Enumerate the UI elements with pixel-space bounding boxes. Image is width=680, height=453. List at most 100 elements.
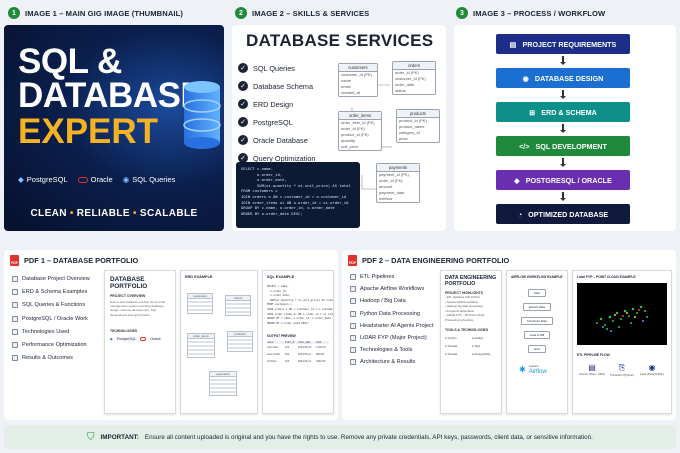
output-table: name order_id order_date total John Doe 101 2… (267, 341, 329, 365)
skill-item: ✓ SQL Queries (238, 63, 315, 73)
check-icon: ✓ (238, 81, 248, 91)
thumbnail-line-3: EXPERT (18, 112, 159, 151)
postgresql-badge: ◆ PostgreSQL (18, 175, 68, 184)
thumbnail-heading: SQL & DATABASE (18, 42, 204, 115)
list-item: Hadoop / Big Data (350, 298, 433, 305)
list-item: Headstarter AI Agents Project (350, 322, 433, 329)
oracle-icon (77, 176, 88, 183)
elephant-icon: ◆ (514, 175, 520, 185)
pdf2-page-airflow: AIRFLOW WORKFLOW EXAMPLE Start Extract D… (506, 270, 568, 414)
mini-table: orders (225, 295, 251, 316)
sql-queries-badge: ◉ SQL Queries (122, 175, 176, 184)
main-gig-thumbnail[interactable]: SQL & DATABASE EXPERT ◆ PostgreSQL Oracle… (4, 25, 224, 231)
doc-icon (12, 276, 18, 282)
erd-table-products: products product_id (PK) product_name cate… (396, 109, 440, 143)
skills-list: ✓ SQL Queries ✓ Database Schema ✓ ERD Desig… (238, 63, 315, 163)
list-item: LiDAR FYP (Major Project) (350, 334, 433, 341)
point-cloud-image (577, 283, 667, 345)
pdf-icon: PDF (348, 255, 357, 266)
arrow-icon (560, 56, 566, 65)
doc-icon (12, 315, 18, 322)
file-icon: ▤ (588, 363, 596, 372)
database-icon: ◉ (122, 175, 130, 184)
elephant-icon: ◆ (110, 336, 113, 341)
doc-icon (350, 298, 356, 305)
schema-icon: ⊞ (529, 107, 536, 117)
section-header-2: 2 IMAGE 2 – SKILLS & SERVICES (235, 7, 369, 19)
check-icon: ✓ (238, 63, 248, 73)
check-icon: ✓ (238, 135, 248, 145)
pdf2-panel[interactable]: PDF PDF 2 – DATA ENGINEERING PORTFOLIO E… (342, 250, 676, 420)
skill-item: ✓ ERD Design (238, 99, 315, 109)
pdf2-title: PDF 2 – DATA ENGINEERING PORTFOLIO (362, 256, 510, 265)
pdf1-panel[interactable]: PDF PDF 1 – DATABASE PORTFOLIO Database … (4, 250, 338, 420)
arrow-icon (560, 192, 566, 201)
skill-item: ✓ Database Schema (238, 81, 315, 91)
list-item: Database Project Overview (12, 276, 90, 282)
doc-icon (350, 286, 356, 293)
thumbnail-line-2: DATABASE (18, 76, 204, 115)
pdf2-contents-list: ETL Pipelines Apache Airflow Workflows H… (350, 274, 433, 366)
section-title: IMAGE 1 – MAIN GIG IMAGE (THUMBNAIL) (25, 8, 184, 18)
process-step-optimized: ◔ OPTIMIZED DATABASE (496, 204, 630, 224)
important-notice: ⛉ IMPORTANT: Ensure all content uploaded… (4, 425, 676, 449)
pdf-icon: PDF (10, 255, 19, 266)
clipboard-icon: ▤ (509, 39, 517, 49)
erd-table-payments: payments payment_id (PK) order_id (FK) amo… (376, 163, 420, 203)
pdf1-title: PDF 1 – DATABASE PORTFOLIO (24, 256, 139, 265)
pdf1-page-sql: SQL EXAMPLE SELECT c.name, o.order_id, o… (262, 270, 334, 414)
erd-table-orders: orders order_id (PK) customer_id (FK) orde… (392, 61, 436, 95)
doc-icon (350, 359, 356, 366)
list-item: Architecture & Results (350, 359, 433, 366)
pdf1-page-erd: ERD EXAMPLE customers orders order_items… (180, 270, 258, 414)
step-number: 1 (8, 7, 20, 19)
list-item: SQL Queries & Functions (12, 302, 90, 309)
database-icon: ◉ (648, 363, 656, 372)
thumbnail-slogan: CLEAN • RELIABLE • SCALABLE (30, 208, 198, 219)
thumbnail-line-1: SQL & (18, 42, 122, 81)
skills-services-image[interactable]: DATABASE SERVICES ✓ SQL Queries ✓ Database… (232, 25, 446, 231)
doc-icon (350, 274, 356, 280)
sql-code-snippet: SELECT c.name, o.order_id, o.order_date,… (236, 162, 360, 228)
oracle-icon (140, 336, 147, 341)
skill-item: ✓ PostgreSQL (238, 117, 315, 127)
mini-table: products (227, 331, 253, 352)
doc-icon (350, 322, 356, 329)
list-item: Technologies Used (12, 328, 90, 335)
list-item: ERD & Schema Examples (12, 289, 90, 296)
doc-icon (350, 310, 356, 317)
pdf2-page-lidar: Lidar FYP – POINT CLOUD EXAMPLE ETL PIPE… (572, 270, 672, 414)
code-icon: </> (519, 141, 530, 151)
step-number: 2 (235, 7, 247, 19)
list-item: Apache Airflow Workflows (350, 286, 433, 293)
doc-icon (350, 334, 356, 341)
etl-flow: ▤ Source (Files / APIs) ⎘ Transform (Pytho… (579, 363, 665, 377)
section-title: IMAGE 2 – SKILLS & SERVICES (252, 8, 370, 18)
pdf2-header: PDF PDF 2 – DATA ENGINEERING PORTFOLIO (348, 255, 509, 266)
mini-table: payments (209, 371, 237, 396)
process-step-postgres: ◆ POSTGRESQL / ORACLE (496, 170, 630, 190)
doc-icon (12, 302, 18, 309)
list-item: PostgreSQL / Oracle Work (12, 315, 90, 322)
database-stack-icon (183, 81, 221, 149)
skill-item: ✓ Oracle Database (238, 135, 315, 145)
tools-grid: ● Python ● Airflow ● Pandas ● SQL ● Pandas… (445, 336, 491, 356)
notice-label: IMPORTANT: (100, 433, 139, 441)
pinwheel-icon: ✱ (519, 364, 526, 374)
transform-icon: ⎘ (618, 363, 626, 372)
mini-table: customers (187, 293, 213, 314)
pdf2-page-overview: DATA ENGINEERING PORTFOLIO PROJECT HIGHL… (440, 270, 502, 414)
section-header-1: 1 IMAGE 1 – MAIN GIG IMAGE (THUMBNAIL) (8, 7, 183, 19)
doc-icon (12, 341, 18, 348)
pdf1-page-overview: DATABASE PORTFOLIO PROJECT OVERVIEW End-… (104, 270, 176, 414)
process-workflow-image[interactable]: ▤ PROJECT REQUIREMENTS ◉ DATABASE DESIGN ⊞… (454, 25, 676, 231)
erd-table-order-items: order_items order_item_id (PK) order_id (… (338, 111, 382, 151)
list-item: Technologies & Tools (350, 347, 433, 354)
arrow-icon (560, 90, 566, 99)
notice-text: Ensure all content uploaded is original … (144, 433, 593, 441)
check-icon: ✓ (238, 117, 248, 127)
step-number: 3 (456, 7, 468, 19)
section-header-3: 3 IMAGE 3 – PROCESS / WORKFLOW (456, 7, 605, 19)
elephant-icon: ◆ (18, 175, 24, 184)
gauge-icon: ◔ (517, 209, 523, 219)
